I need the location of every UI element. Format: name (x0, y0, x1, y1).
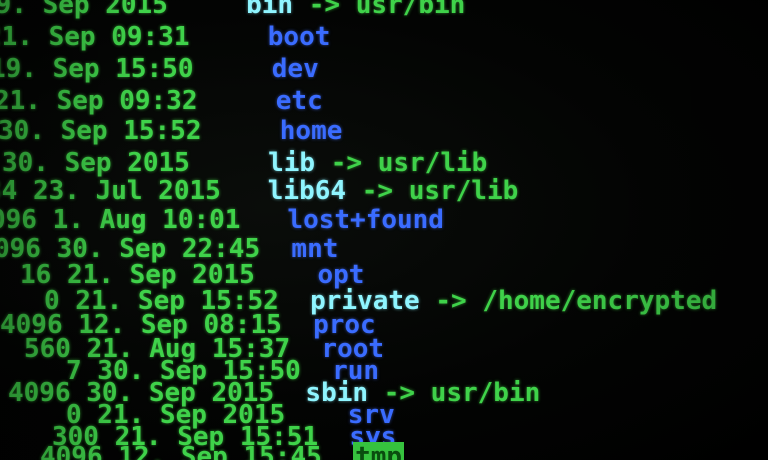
file-meta: 21. Sep 09:31 (0, 22, 190, 52)
entry-name-bin: bin (246, 0, 294, 20)
link-target: /home/encrypted (482, 286, 718, 316)
file-meta: 30. Sep 2015 (2, 148, 190, 178)
entry-name-lib64: lib64 (267, 176, 347, 206)
link-target: usr/lib (408, 176, 519, 206)
link-arrow: -> (308, 0, 341, 20)
listing-row-tmp: 4096 12. Sep 15:45 tmp (40, 442, 405, 460)
entry-name-tmp: tmp (353, 442, 405, 460)
listing-row-etc: 21. Sep 09:32 etc (0, 88, 323, 114)
link-arrow: -> (330, 148, 363, 178)
file-meta: 19. Sep 2015 (0, 0, 168, 20)
entry-name-etc: etc (275, 86, 323, 116)
file-meta: 19. Sep 15:50 (0, 54, 194, 84)
entry-name-dev: dev (271, 54, 319, 84)
link-target: usr/lib (377, 148, 488, 178)
entry-name-lib: lib (268, 148, 316, 178)
listing-row-lib64: 84 23. Jul 2015 lib64 -> usr/lib (0, 178, 518, 204)
terminal-screen: 19. Sep 2015 bin -> usr/bin 21. Sep 09:3… (0, 0, 768, 460)
listing-row-bin: 19. Sep 2015 bin -> usr/bin (0, 0, 465, 18)
link-arrow: -> (361, 176, 394, 206)
listing-row-lib: 30. Sep 2015 lib -> usr/lib (2, 150, 487, 176)
listing-row-boot: 21. Sep 09:31 boot (0, 24, 330, 50)
link-target: usr/bin (430, 378, 541, 408)
file-meta: 4096 12. Sep 15:45 (40, 442, 322, 460)
file-meta: 096 1. Aug 10:01 (0, 205, 241, 235)
link-target: usr/bin (355, 0, 466, 20)
entry-name-boot: boot (267, 22, 331, 52)
entry-name-home: home (279, 116, 343, 146)
listing-row-opt: 16 21. Sep 2015 opt (20, 262, 364, 288)
file-meta: 21. Sep 09:32 (0, 86, 198, 116)
listing-row-mnt: 096 30. Sep 22:45 mnt (0, 236, 338, 262)
listing-row-dev: 19. Sep 15:50 dev (0, 56, 319, 82)
listing-row-lost-found: 096 1. Aug 10:01 lost+found (0, 207, 444, 233)
listing-row-home: 30. Sep 15:52 home (0, 118, 342, 144)
entry-name-lost-found: lost+found (287, 205, 444, 235)
file-meta: 84 23. Jul 2015 (0, 176, 221, 206)
link-arrow: -> (435, 286, 467, 316)
file-meta: 30. Sep 15:52 (0, 116, 202, 146)
